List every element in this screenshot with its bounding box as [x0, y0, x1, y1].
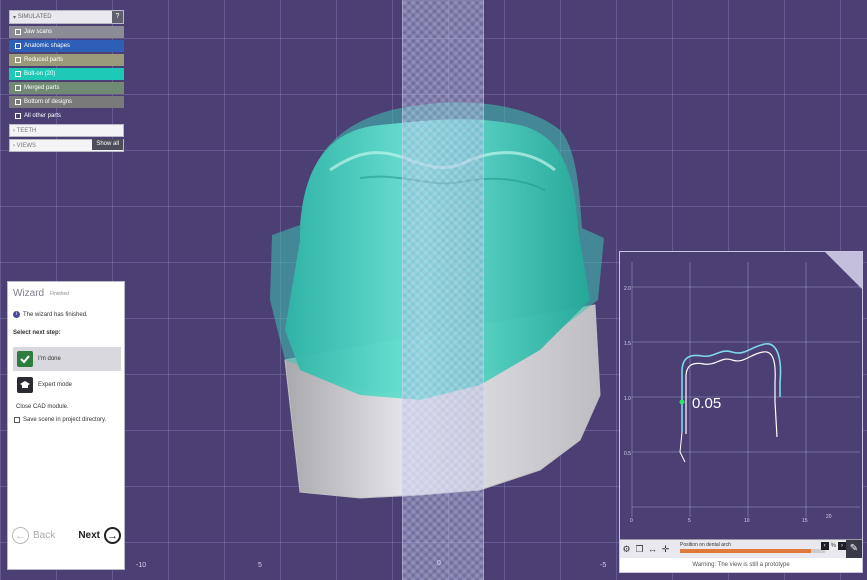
- next-label: Next: [78, 530, 100, 541]
- copy-icon[interactable]: ❐: [633, 542, 646, 556]
- visibility-checkbox[interactable]: [15, 85, 21, 91]
- option-label: I'm done: [38, 356, 61, 362]
- x-tick-label: 20: [826, 514, 832, 520]
- scene-group-header[interactable]: ▾ SIMULATED ?: [9, 10, 124, 24]
- move-icon[interactable]: ✛: [659, 542, 672, 556]
- y-tick-label: 0.5: [624, 451, 631, 457]
- section-teeth[interactable]: › TEETH: [9, 124, 124, 137]
- scene-item-label: Merged parts: [24, 85, 60, 91]
- info-icon: i: [13, 311, 20, 318]
- back-button[interactable]: ← Back: [12, 527, 55, 544]
- profile-plot: 2.0 1.5 1.0 0.5 0 5 10 15 20 0.05: [624, 252, 862, 524]
- option-expert-mode[interactable]: Expert mode: [13, 373, 121, 397]
- select-next-step-label: Select next step:: [13, 330, 61, 336]
- nav-right-button[interactable]: ›: [838, 542, 846, 550]
- y-tick-label: 1.5: [624, 341, 631, 347]
- y-tick-label: 2.0: [624, 286, 631, 292]
- x-tick-label: 5: [688, 518, 691, 524]
- scene-item-label: Bottom of designs: [24, 99, 73, 105]
- option-im-done[interactable]: I'm done: [13, 347, 121, 371]
- visibility-checkbox[interactable]: [15, 43, 21, 49]
- visibility-checkbox[interactable]: [15, 99, 21, 105]
- scene-item-bolt-on[interactable]: Bolt-on (20): [9, 68, 124, 80]
- position-slider[interactable]: [680, 549, 825, 553]
- option-label: Expert mode: [38, 382, 73, 388]
- scene-item-reduced-parts[interactable]: Reduced parts: [9, 54, 124, 66]
- arrow-left-icon: ←: [12, 527, 29, 544]
- scene-group-label: SIMULATED: [17, 14, 52, 20]
- visibility-checkbox[interactable]: [15, 113, 21, 119]
- zoom-percent: %: [829, 542, 837, 550]
- gear-icon[interactable]: ⚙: [620, 542, 633, 556]
- visibility-checkbox[interactable]: [15, 71, 21, 77]
- scene-item-merged-parts[interactable]: Merged parts: [9, 82, 124, 94]
- scene-item-label: Reduced parts: [24, 57, 64, 63]
- position-slider-fill: [680, 549, 811, 553]
- scene-tree-panel: ▾ SIMULATED ? Jaw scans Anatomic shapes …: [9, 10, 124, 152]
- prototype-warning: Warning: The view is still a prototype: [620, 558, 862, 572]
- profile-nav: ‹ % ›: [820, 542, 846, 550]
- scene-item-label: Anatomic shapes: [24, 43, 71, 49]
- visibility-checkbox[interactable]: [15, 57, 21, 63]
- measurement-value: 0.05: [692, 395, 721, 412]
- help-button[interactable]: ?: [112, 11, 123, 23]
- viewport-axis-label: -5: [600, 562, 607, 569]
- position-label: Position on dental arch: [680, 542, 731, 548]
- section-label: VIEWS: [16, 142, 37, 149]
- viewport-axis-label: 5: [258, 562, 262, 569]
- scene-item-label: Jaw scans: [24, 29, 53, 35]
- wizard-title: Wizard: [13, 288, 45, 299]
- section-label: TEETH: [16, 127, 37, 134]
- lower-profile-line: [679, 431, 686, 463]
- viewport-axis-label: 0: [437, 560, 441, 567]
- profile-toolbar: ⚙ ❐ ↔ ✛ Position on dental arch ‹ % › ✎: [620, 539, 862, 558]
- scene-item-anatomic-shapes[interactable]: Anatomic shapes: [9, 40, 124, 52]
- graduation-cap-icon: [17, 377, 33, 393]
- next-button[interactable]: Next →: [78, 527, 121, 544]
- x-tick-label: 15: [802, 518, 808, 524]
- measure-icon[interactable]: ↔: [646, 542, 659, 556]
- scene-item-bottom-of-designs[interactable]: Bottom of designs: [9, 96, 124, 108]
- viewport-axis-label: -10: [136, 562, 147, 569]
- arrow-right-icon: →: [104, 527, 121, 544]
- save-scene-label: Save scene in project directory.: [23, 417, 107, 423]
- visibility-checkbox[interactable]: [15, 29, 21, 35]
- wizard-info: i The wizard has finished.: [13, 311, 88, 318]
- back-label: Back: [33, 530, 56, 541]
- pen-tool-icon[interactable]: ✎: [846, 540, 862, 558]
- section-views[interactable]: › VIEWS Show all: [9, 139, 124, 152]
- scene-item-all-other-parts[interactable]: All other parts: [9, 110, 124, 122]
- save-scene-checkbox[interactable]: [14, 417, 20, 423]
- info-text: The wizard has finished.: [23, 311, 88, 318]
- section-plane[interactable]: [402, 0, 484, 580]
- cross-section-profile-panel[interactable]: 2.0 1.5 1.0 0.5 0 5 10 15 20 0.05 ⚙ ❐ ↔ …: [619, 251, 863, 573]
- close-cad-text: Close CAD module.: [16, 404, 69, 410]
- nav-left-button[interactable]: ‹: [820, 542, 829, 550]
- y-tick-label: 1.0: [624, 396, 631, 402]
- show-all-button[interactable]: Show all: [92, 139, 123, 150]
- scene-item-label: All other parts: [24, 113, 62, 119]
- wizard-subtitle: Finished: [50, 291, 69, 297]
- x-tick-label: 10: [744, 518, 750, 524]
- checkmark-icon: [17, 351, 33, 367]
- outer-profile-line: [681, 343, 782, 432]
- measurement-point: [679, 399, 685, 405]
- save-scene-checkbox-row[interactable]: Save scene in project directory.: [14, 417, 106, 423]
- wizard-panel: Wizard Finished i The wizard has finishe…: [7, 281, 125, 570]
- scene-item-jaw-scans[interactable]: Jaw scans: [9, 26, 124, 38]
- scene-item-label: Bolt-on (20): [24, 71, 56, 77]
- x-tick-label: 0: [630, 518, 633, 524]
